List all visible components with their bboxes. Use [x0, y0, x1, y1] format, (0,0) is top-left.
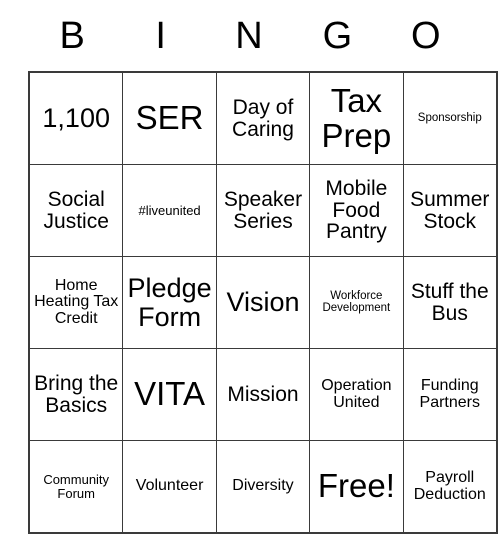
bingo-cell-n5[interactable]: Diversity [215, 440, 311, 534]
bingo-cell-b4[interactable]: Bring the Basics [28, 348, 124, 441]
bingo-cell-n4[interactable]: Mission [215, 348, 311, 441]
bingo-cell-o4[interactable]: Funding Partners [402, 348, 498, 441]
bingo-cell-g5[interactable]: Free! [309, 440, 404, 534]
bingo-cell-i5[interactable]: Volunteer [122, 440, 217, 534]
bingo-header-letter-b: B [59, 14, 85, 57]
table-row: Bring the Basics VITA Mission Operation … [28, 348, 498, 441]
bingo-cell-i4[interactable]: VITA [122, 348, 217, 441]
bingo-header-letter-n: N [235, 14, 263, 57]
bingo-cell-b5[interactable]: Community Forum [28, 440, 124, 534]
bingo-cell-n1[interactable]: Day of Caring [215, 71, 311, 165]
bingo-cell-o3[interactable]: Stuff the Bus [402, 256, 498, 349]
bingo-header-row: B I N G O [28, 0, 470, 71]
bingo-cell-o5[interactable]: Payroll Deduction [402, 440, 498, 534]
bingo-cell-b2[interactable]: Social Justice [28, 164, 124, 257]
bingo-cell-g1[interactable]: Tax Prep [309, 71, 404, 165]
bingo-cell-g2[interactable]: Mobile Food Pantry [309, 164, 404, 257]
bingo-cell-g4[interactable]: Operation United [309, 348, 404, 441]
table-row: Community Forum Volunteer Diversity Free… [28, 440, 498, 534]
table-row: Home Heating Tax Credit Pledge Form Visi… [28, 256, 498, 349]
bingo-cell-g3[interactable]: Workforce Development [309, 256, 404, 349]
bingo-cell-b1[interactable]: 1,100 [28, 71, 124, 165]
bingo-cell-i3[interactable]: Pledge Form [122, 256, 217, 349]
bingo-cell-i1[interactable]: SER [122, 71, 217, 165]
table-row: Social Justice #liveunited Speaker Serie… [28, 164, 498, 257]
bingo-cell-n3[interactable]: Vision [215, 256, 311, 349]
bingo-header-letter-g: G [322, 14, 353, 57]
bingo-grid: 1,100 SER Day of Caring Tax Prep Sponsor… [28, 71, 498, 534]
bingo-cell-o1[interactable]: Sponsorship [402, 71, 498, 165]
bingo-cell-b3[interactable]: Home Heating Tax Credit [28, 256, 124, 349]
bingo-cell-i2[interactable]: #liveunited [122, 164, 217, 257]
bingo-card: B I N G O 1,100 SER Day of Caring Tax Pr… [28, 0, 498, 534]
table-row: 1,100 SER Day of Caring Tax Prep Sponsor… [28, 71, 498, 165]
bingo-header-letter-i: I [155, 14, 166, 57]
bingo-cell-o2[interactable]: Summer Stock [402, 164, 498, 257]
bingo-header-letter-o: O [411, 14, 441, 57]
bingo-cell-n2[interactable]: Speaker Series [215, 164, 311, 257]
